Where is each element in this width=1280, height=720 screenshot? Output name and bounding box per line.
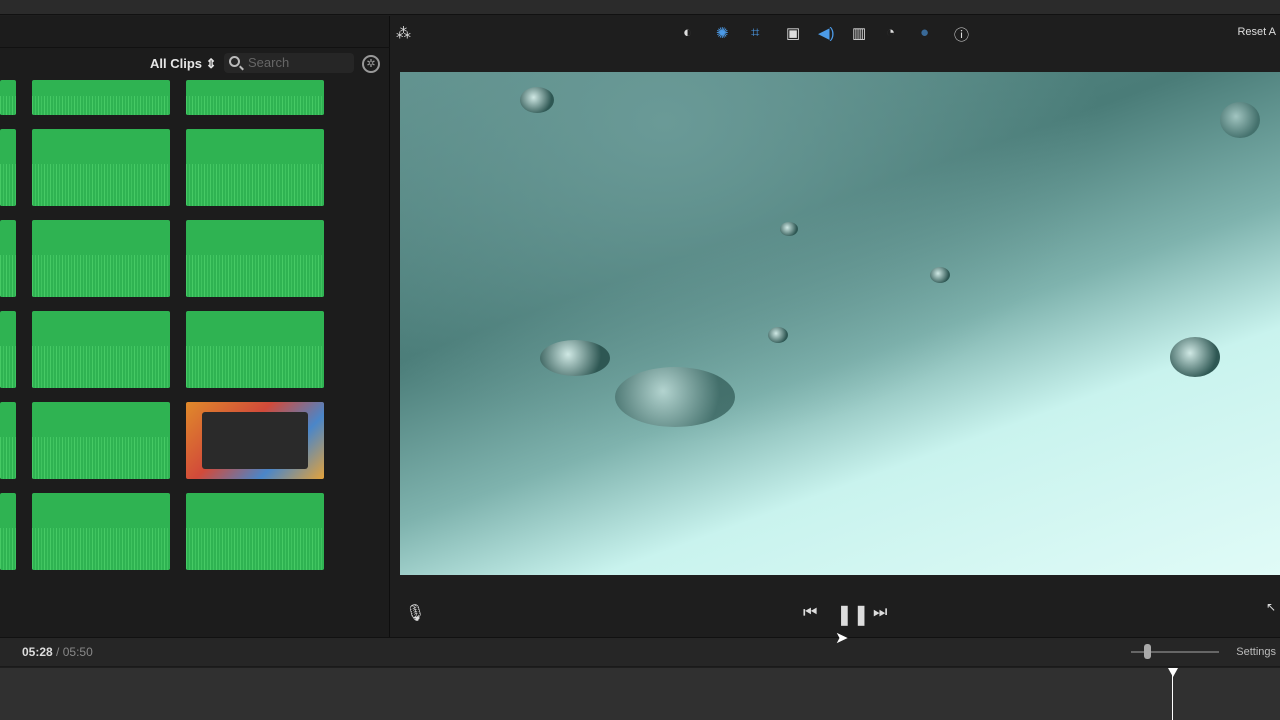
crater bbox=[1170, 337, 1220, 377]
clip-thumbnail[interactable] bbox=[186, 311, 324, 388]
chevron-updown-icon: ⇕ bbox=[205, 56, 217, 71]
settings-button[interactable]: Settings bbox=[1236, 646, 1276, 658]
clip-thumbnail[interactable] bbox=[32, 80, 170, 115]
clip-thumbnail[interactable] bbox=[0, 80, 16, 115]
total-time: 05:50 bbox=[62, 645, 93, 659]
zoom-slider-knob[interactable] bbox=[1144, 644, 1151, 659]
gear-icon[interactable]: ✲ bbox=[362, 55, 380, 73]
clip-thumbnail[interactable] bbox=[0, 402, 16, 479]
clip-thumbnail[interactable] bbox=[32, 220, 170, 297]
crater bbox=[780, 222, 798, 236]
volume-icon[interactable]: ◀) bbox=[818, 24, 835, 42]
microphone-icon[interactable]: 🎙 bbox=[405, 603, 425, 623]
clip-thumbnail[interactable] bbox=[186, 493, 324, 570]
timeline[interactable] bbox=[0, 668, 1280, 720]
video-preview bbox=[400, 72, 1280, 575]
clip-thumbnail[interactable] bbox=[0, 129, 16, 206]
clip-thumbnail[interactable] bbox=[0, 493, 16, 570]
crater bbox=[1220, 102, 1260, 138]
filter-label: All Clips bbox=[150, 56, 203, 71]
clip-thumbnail[interactable] bbox=[186, 402, 324, 479]
all-clips-filter[interactable]: All Clips ⇕ bbox=[150, 56, 217, 72]
clip-thumbnail[interactable] bbox=[186, 80, 324, 115]
clip-thumbnail[interactable] bbox=[0, 311, 16, 388]
clip-filter-icon[interactable]: ● bbox=[920, 24, 929, 41]
pause-icon[interactable]: ❚❚ bbox=[836, 602, 870, 627]
crater bbox=[540, 340, 610, 376]
clip-thumbnail[interactable] bbox=[186, 220, 324, 297]
adjustments-toolbar bbox=[391, 16, 1280, 50]
time-separator: / bbox=[56, 645, 60, 659]
clip-thumbnail[interactable] bbox=[32, 402, 170, 479]
magic-wand-icon[interactable]: ⁂ bbox=[396, 24, 411, 42]
color-balance-icon[interactable]: ◐ bbox=[683, 24, 692, 41]
stabilization-icon[interactable]: ▣ bbox=[786, 24, 800, 42]
fullscreen-icon[interactable]: ↖ bbox=[1266, 600, 1276, 614]
crop-icon[interactable]: ⌗ bbox=[751, 24, 759, 41]
timecode: 05:28 / 05:50 bbox=[22, 645, 93, 659]
crater bbox=[930, 267, 950, 283]
clip-thumbnail[interactable] bbox=[32, 129, 170, 206]
noise-reduction-icon[interactable]: ▥ bbox=[852, 24, 866, 42]
skip-forward-icon[interactable]: ⏭ bbox=[873, 604, 887, 622]
info-icon[interactable]: ⓘ bbox=[954, 24, 969, 45]
crater bbox=[520, 87, 554, 113]
crater bbox=[615, 367, 735, 427]
timeline-bar bbox=[0, 637, 1280, 667]
current-time: 05:28 bbox=[22, 645, 53, 659]
clip-thumbnail[interactable] bbox=[186, 129, 324, 206]
reset-all-button[interactable]: Reset A bbox=[1237, 26, 1276, 38]
skip-back-icon[interactable]: ⏮ bbox=[803, 604, 817, 622]
mouse-cursor-icon: ➤ bbox=[835, 630, 849, 647]
playhead-handle[interactable] bbox=[1168, 668, 1178, 677]
search-icon bbox=[229, 56, 240, 67]
clip-thumbnail[interactable] bbox=[0, 220, 16, 297]
clip-thumbnail[interactable] bbox=[32, 493, 170, 570]
speed-icon[interactable]: ◔ bbox=[886, 24, 895, 41]
clip-thumbnail[interactable] bbox=[32, 311, 170, 388]
title-bar bbox=[0, 0, 1280, 15]
crater bbox=[768, 327, 788, 343]
search-input[interactable]: Search bbox=[224, 53, 354, 73]
color-correction-icon[interactable]: ✺ bbox=[716, 24, 729, 42]
